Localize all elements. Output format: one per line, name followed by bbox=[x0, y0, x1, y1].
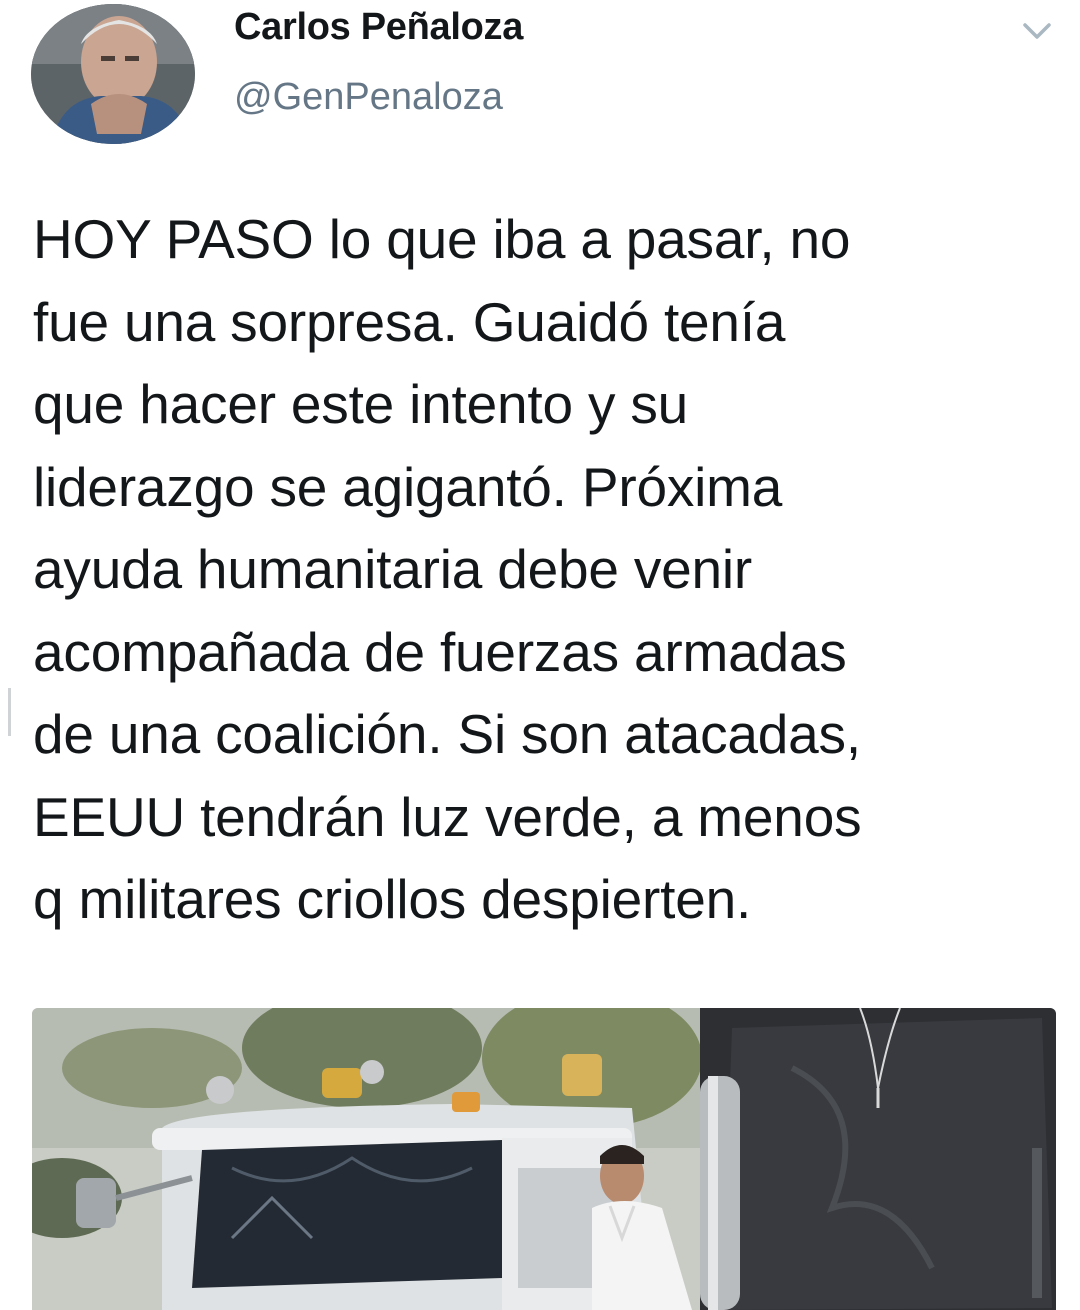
author-display-name[interactable]: Carlos Peñaloza bbox=[234, 6, 523, 49]
tweet-text-line: ayuda humanitaria debe venir bbox=[33, 538, 753, 600]
author-handle[interactable]: @GenPenaloza bbox=[234, 76, 503, 119]
tweet-text-line: liderazgo se agigantó. Próxima bbox=[33, 455, 783, 518]
tweet-text-line: EEUU tendrán luz verde, a menos bbox=[33, 785, 862, 848]
tweet-card: Carlos Peñaloza @GenPenaloza HOY PASO lo… bbox=[0, 0, 1080, 1310]
edge-divider bbox=[8, 688, 11, 736]
tweet-text-line: acompañada de fuerzas armadas bbox=[33, 620, 847, 683]
tweet-text-line: fue una sorpresa. Guaidó tenía bbox=[33, 290, 786, 353]
author-avatar[interactable] bbox=[31, 4, 195, 144]
tweet-text: HOY PASO lo que iba a pasar, no fue una … bbox=[33, 198, 1053, 941]
tweet-text-line: de una coalición. Si son atacadas, bbox=[33, 703, 861, 765]
tweet-media-photo[interactable] bbox=[32, 1008, 1056, 1310]
tweet-text-line: q militares criollos despierten. bbox=[33, 868, 752, 930]
avatar-image bbox=[31, 4, 195, 144]
chevron-down-icon[interactable] bbox=[1019, 17, 1055, 45]
tweet-text-line: que hacer este intento y su bbox=[33, 373, 689, 435]
truck-photo bbox=[32, 1008, 1056, 1310]
tweet-text-line: HOY PASO lo que iba a pasar, no bbox=[33, 208, 851, 270]
